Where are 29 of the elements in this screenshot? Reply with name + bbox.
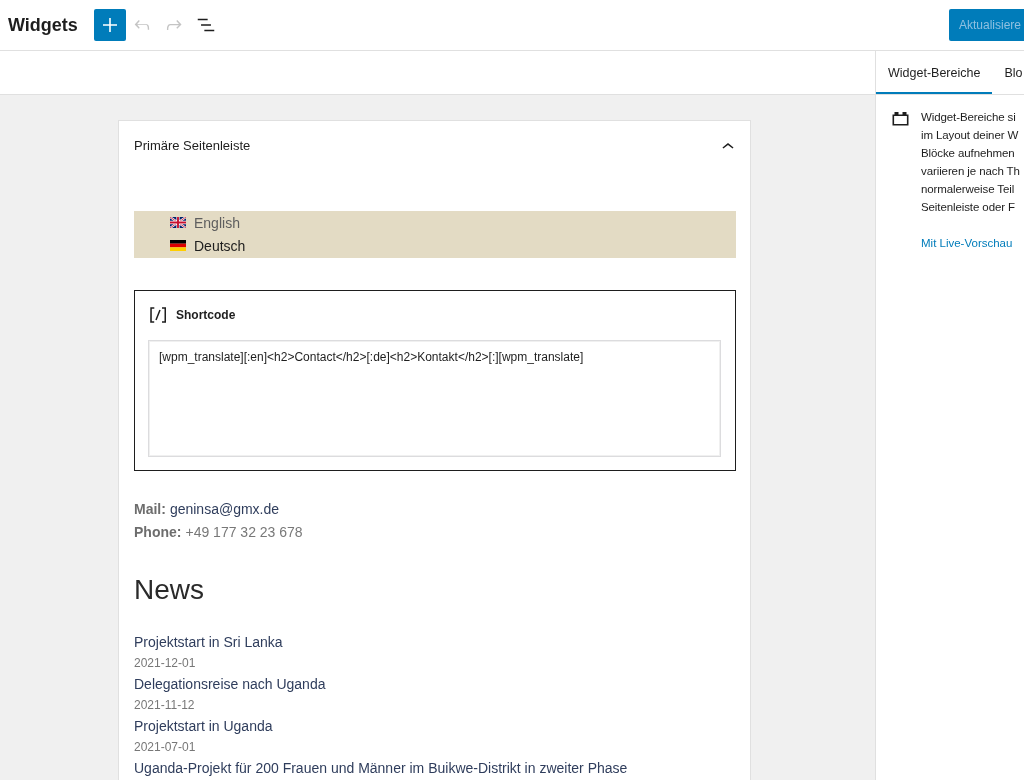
mail-label: Mail: (134, 500, 166, 519)
plus-icon (102, 18, 117, 32)
live-preview-link[interactable]: Mit Live-Vorschau (921, 234, 1013, 252)
news-link[interactable]: Projektstart in Sri Lanka (134, 632, 283, 653)
phone-label: Phone: (134, 523, 182, 542)
british-flag-icon (170, 217, 186, 228)
add-block-button[interactable] (93, 9, 126, 41)
news-date: 2021-12-01 (134, 655, 196, 672)
news-link[interactable]: Uganda-Projekt für 200 Frauen und Männer im Buikwe-Distrikt in zweiter Phase (134, 758, 628, 779)
language-link[interactable]: English (170, 211, 240, 234)
shortcode-label: Shortcode (176, 308, 236, 322)
sidebar-tab[interactable]: Widget-Bereiche (876, 51, 993, 94)
phone-number: +49 177 32 23 678 (185, 523, 303, 542)
brackets-icon (150, 307, 166, 323)
page-title: Widgets (8, 14, 78, 36)
widget-area-toggle[interactable]: Primäre Seitenleiste (119, 121, 750, 170)
news-link[interactable]: Delegationsreise nach Uganda (134, 674, 326, 695)
language-link[interactable]: Deutsch (170, 234, 246, 257)
chevron-up-icon (722, 142, 734, 149)
sidebar-tab[interactable]: Blo (992, 51, 1023, 94)
news-link[interactable]: Projektstart in Uganda (134, 716, 273, 737)
news-date: 2021-11-12 (134, 697, 195, 714)
description-text: Widget-Bereiche si im Layout deiner W Blöcke aufnehmen variieren je nach Th normalerweise Teil Seitenleiste oder F (921, 110, 1020, 215)
shortcode-field[interactable]: [wpm_translate][:en]<h2>Contact</h2>[:de]<h2>Kontakt</h2>[:][wpm_translate] (148, 340, 721, 457)
email-link[interactable]: geninsa@gmx.de (169, 498, 280, 521)
panel-icon (892, 111, 909, 126)
news-date: 2021-07-01 (134, 739, 196, 756)
german-flag-icon (170, 240, 186, 251)
news-heading: News (134, 573, 205, 607)
